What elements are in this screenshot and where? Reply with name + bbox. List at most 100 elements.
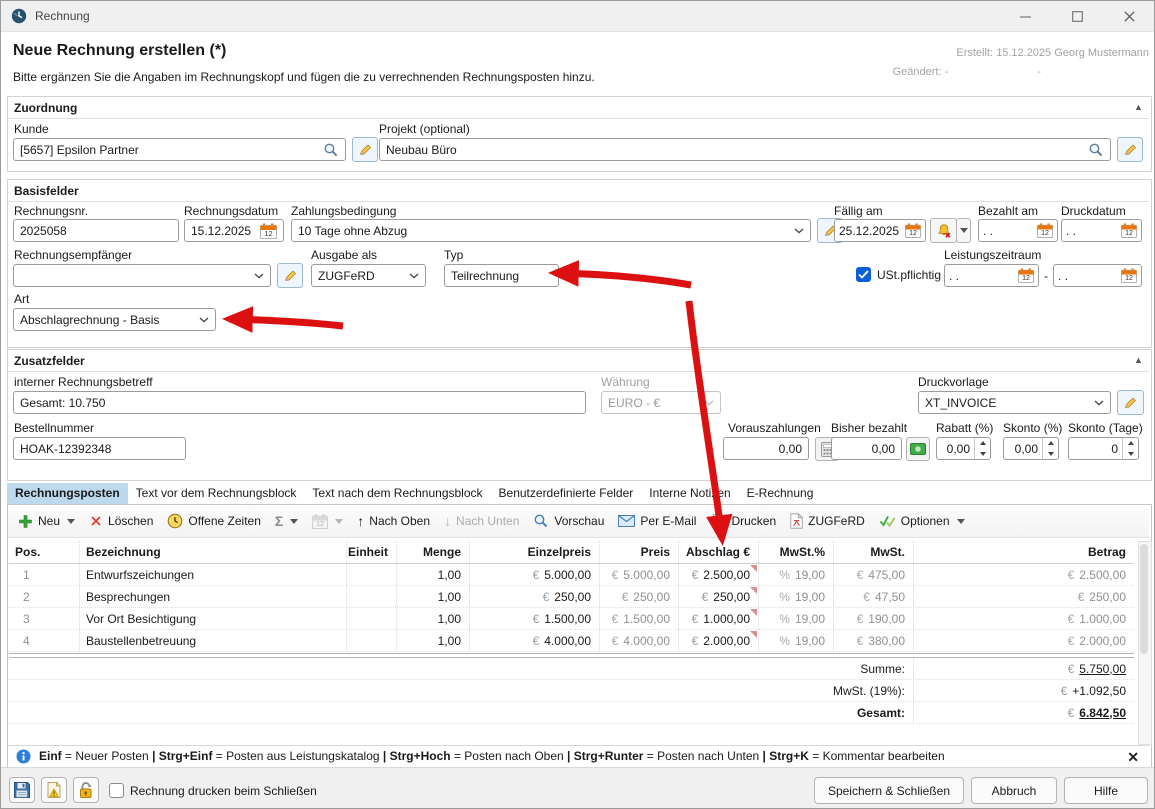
typ-select[interactable]: Teilrechnung: [444, 264, 559, 287]
vorschau-button[interactable]: Vorschau: [533, 513, 604, 529]
calendar-icon[interactable]: 12: [1121, 223, 1137, 238]
empfaenger-select[interactable]: [13, 264, 271, 287]
maximize-button[interactable]: [1053, 1, 1101, 31]
cell-betrag[interactable]: €2.000,00: [913, 630, 1134, 651]
cell-mwst[interactable]: €190,00: [833, 608, 913, 629]
rechnungsnr-input[interactable]: 2025058: [13, 219, 179, 242]
spinner-buttons[interactable]: [1042, 438, 1058, 459]
chevron-down-icon[interactable]: [957, 519, 965, 524]
cell-mwst-prozent[interactable]: %19,00: [758, 630, 833, 651]
infobar-close-icon[interactable]: ✕: [1127, 749, 1139, 766]
cell-mwst-prozent[interactable]: %19,00: [758, 608, 833, 629]
minimize-button[interactable]: [1001, 1, 1049, 31]
cell-einheit[interactable]: [346, 608, 396, 629]
cell-bezeichnung[interactable]: Besprechungen: [79, 586, 346, 607]
col-header-pos[interactable]: Pos.: [9, 541, 79, 563]
calendar-icon[interactable]: 12: [905, 223, 921, 238]
cell-einheit[interactable]: [346, 630, 396, 651]
collapse-zuordnung-icon[interactable]: ▲: [1134, 102, 1143, 112]
bisher-bezahlt-input[interactable]: 0,00: [831, 437, 902, 460]
cell-einheit[interactable]: [346, 564, 396, 585]
col-header-abschlag[interactable]: Abschlag €: [678, 541, 758, 563]
table-row[interactable]: 1 Entwurfszeichungen 1,00 €5.000,00 €5.0…: [9, 564, 1134, 586]
cell-betrag[interactable]: €2.500,00: [913, 564, 1134, 585]
cell-mwst[interactable]: €380,00: [833, 630, 913, 651]
summe-button[interactable]: Σ: [275, 513, 298, 529]
reminder-bell-button[interactable]: [930, 218, 957, 243]
cell-mwst[interactable]: €475,00: [833, 564, 913, 585]
cell-abschlag[interactable]: €2.000,00: [678, 630, 758, 651]
cancel-button[interactable]: Abbruch: [971, 777, 1057, 804]
close-button[interactable]: [1105, 1, 1153, 31]
cell-menge[interactable]: 1,00: [396, 564, 469, 585]
empfaenger-edit-button[interactable]: [277, 263, 303, 288]
cell-preis[interactable]: €5.000,00: [599, 564, 678, 585]
ausgabe-select[interactable]: ZUGFeRD: [311, 264, 426, 287]
tab-interne-notizen[interactable]: Interne Notizen: [641, 483, 738, 504]
cell-abschlag[interactable]: €1.000,00: [678, 608, 758, 629]
cell-einzelpreis[interactable]: €250,00: [469, 586, 599, 607]
cell-mwst[interactable]: €47,50: [833, 586, 913, 607]
skonto-stepper[interactable]: 0,00: [1003, 437, 1059, 460]
calendar-icon[interactable]: 12: [1018, 268, 1034, 283]
cell-preis[interactable]: €250,00: [599, 586, 678, 607]
cell-pos[interactable]: 4: [9, 630, 79, 651]
table-row[interactable]: 4 Baustellenbetreuung 1,00 €4.000,00 €4.…: [9, 630, 1134, 652]
cell-abschlag[interactable]: €2.500,00: [678, 564, 758, 585]
cell-betrag[interactable]: €1.000,00: [913, 608, 1134, 629]
calendar-icon[interactable]: 12: [1121, 268, 1137, 283]
table-row[interactable]: 3 Vor Ort Besichtigung 1,00 €1.500,00 €1…: [9, 608, 1134, 630]
cell-pos[interactable]: 3: [9, 608, 79, 629]
neu-button[interactable]: Neu: [18, 514, 75, 529]
lock-button[interactable]: [73, 777, 99, 803]
vorauszahlungen-input[interactable]: 0,00: [723, 437, 809, 460]
payments-button[interactable]: [906, 437, 930, 461]
spinner-buttons[interactable]: [1122, 438, 1138, 459]
cell-mwst-prozent[interactable]: %19,00: [758, 564, 833, 585]
zugferd-button[interactable]: ZUGFeRD: [790, 513, 865, 529]
cell-pos[interactable]: 1: [9, 564, 79, 585]
cell-betrag[interactable]: €250,00: [913, 586, 1134, 607]
collapse-zusatzfelder-icon[interactable]: ▲: [1134, 355, 1143, 365]
cell-mwst-prozent[interactable]: %19,00: [758, 586, 833, 607]
cell-bezeichnung[interactable]: Vor Ort Besichtigung: [79, 608, 346, 629]
save-button[interactable]: [9, 777, 35, 803]
ust-checkbox[interactable]: [856, 267, 871, 282]
col-header-einzelpreis[interactable]: Einzelpreis: [469, 541, 599, 563]
rabatt-stepper[interactable]: 0,00: [936, 437, 991, 460]
art-select[interactable]: Abschlagrechnung - Basis: [13, 308, 216, 331]
col-header-preis[interactable]: Preis: [599, 541, 678, 563]
col-header-mwst-prozent[interactable]: MwSt.%: [758, 541, 833, 563]
kunde-input[interactable]: [5657] Epsilon Partner: [13, 138, 346, 161]
cell-bezeichnung[interactable]: Baustellenbetreuung: [79, 630, 346, 651]
druckdatum-input[interactable]: . . 12: [1061, 219, 1142, 242]
cell-preis[interactable]: €4.000,00: [599, 630, 678, 651]
cell-bezeichnung[interactable]: Entwurfszeichungen: [79, 564, 346, 585]
cell-menge[interactable]: 1,00: [396, 608, 469, 629]
chevron-down-icon[interactable]: [67, 519, 75, 524]
cell-einheit[interactable]: [346, 586, 396, 607]
col-header-einheit[interactable]: Einheit: [346, 541, 396, 563]
cell-einzelpreis[interactable]: €1.500,00: [469, 608, 599, 629]
leistungszeitraum-bis-input[interactable]: . . 12: [1053, 264, 1142, 287]
offene-zeiten-button[interactable]: Offene Zeiten: [167, 513, 261, 529]
bezahlt-input[interactable]: . . 12: [978, 219, 1058, 242]
reminder-dropdown-button[interactable]: [956, 218, 971, 243]
save-draft-button[interactable]: [41, 777, 67, 803]
scrollbar-thumb[interactable]: [1140, 544, 1148, 654]
zahlungsbedingung-select[interactable]: 10 Tage ohne Abzug: [291, 219, 811, 242]
tab-text-nach[interactable]: Text nach dem Rechnungsblock: [304, 483, 490, 504]
leistungszeitraum-von-input[interactable]: . . 12: [944, 264, 1039, 287]
projekt-input[interactable]: Neubau Büro: [379, 138, 1111, 161]
optionen-button[interactable]: Optionen: [879, 514, 965, 528]
rechnungsdatum-input[interactable]: 15.12.2025 12: [184, 219, 284, 242]
save-close-button[interactable]: Speichern & Schließen: [814, 777, 964, 804]
cell-preis[interactable]: €1.500,00: [599, 608, 678, 629]
tab-text-vor[interactable]: Text vor dem Rechnungsblock: [128, 483, 305, 504]
col-header-menge[interactable]: Menge: [396, 541, 469, 563]
search-icon[interactable]: [1088, 142, 1104, 158]
cell-pos[interactable]: 2: [9, 586, 79, 607]
bestellnummer-input[interactable]: HOAK-12392348: [13, 437, 186, 460]
betreff-input[interactable]: Gesamt: 10.750: [13, 391, 586, 414]
table-row[interactable]: 2 Besprechungen 1,00 €250,00 €250,00 €25…: [9, 586, 1134, 608]
